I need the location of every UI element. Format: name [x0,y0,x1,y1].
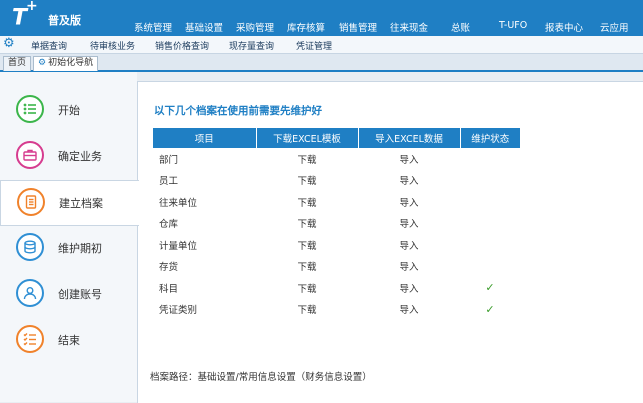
archive-path-note: 档案路径：基础设置/常用信息设置（财务信息设置） [150,372,372,383]
table-header-row: 项目 下载EXCEL模板 导入EXCEL数据 维护状态 [153,128,520,148]
status-cell [460,170,520,192]
quick-stock-query[interactable]: 现存量查询 [229,39,274,52]
status-cell [460,148,520,170]
step-sidebar: 开始 确定业务 建立档案 维护期初 创建账号 结束 [0,72,139,402]
import-link[interactable]: 导入 [358,191,460,213]
item-name: 存货 [159,262,179,274]
database-icon [16,233,44,261]
item-name: 凭证类别 [159,305,198,317]
gear-icon[interactable]: ⚙ [3,37,15,51]
step-opening[interactable]: 维护期初 [0,226,137,270]
nav-tufo[interactable]: T-UFO [499,20,527,31]
item-name: 往来单位 [159,197,198,209]
checklist-icon [16,325,44,353]
import-link[interactable]: 导入 [358,256,460,278]
column-header: 项目 [153,128,257,148]
briefcase-icon [16,141,44,169]
list-icon [16,95,44,123]
download-link[interactable]: 下载 [256,148,358,170]
step-label: 开始 [58,104,80,117]
nav-cash[interactable]: 往来现金 [390,20,428,34]
table-row: 员工 下载 导入 [153,170,520,192]
import-link[interactable]: 导入 [358,148,460,170]
quick-pending-review[interactable]: 待审核业务 [90,39,135,52]
main-nav: 系统管理 基础设置 采购管理 库存核算 销售管理 往来现金 总账 T-UFO 报… [0,20,643,34]
status-cell [460,191,520,213]
gear-icon: ⚙ [38,58,47,68]
top-bar: T+ 普及版 系统管理 基础设置 采购管理 库存核算 销售管理 往来现金 总账 … [0,0,643,36]
panel-heading: 以下几个档案在使用前需要先维护好 [154,105,322,117]
tab-init-guide[interactable]: ⚙ 初始化导航 [33,56,99,71]
import-link[interactable]: 导入 [358,170,460,192]
download-link[interactable]: 下载 [256,234,358,256]
step-start[interactable]: 开始 [0,88,137,132]
download-link[interactable]: 下载 [256,277,358,299]
nav-system[interactable]: 系统管理 [134,20,172,34]
column-header: 导入EXCEL数据 [358,128,461,148]
download-link[interactable]: 下载 [256,213,358,235]
tab-init-guide-label: 初始化导航 [48,58,94,68]
user-icon [16,279,44,307]
status-check: ✓ [485,281,495,295]
quick-price-query[interactable]: 销售价格查询 [155,39,209,52]
item-name: 部门 [159,154,179,166]
download-link[interactable]: 下载 [256,170,358,192]
quick-doc-query[interactable]: 单据查询 [31,39,67,52]
step-finish[interactable]: 结束 [0,318,137,362]
quick-voucher[interactable]: 凭证管理 [296,39,332,52]
table-row: 仓库 下载 导入 [153,213,520,235]
step-label: 创建账号 [58,288,102,301]
nav-purchase[interactable]: 采购管理 [236,20,274,34]
archives-panel: 以下几个档案在使用前需要先维护好 项目 下载EXCEL模板 导入EXCEL数据 … [137,81,643,403]
step-label: 结束 [58,334,80,347]
step-archives[interactable]: 建立档案 [0,180,139,226]
tab-bar: 首页 ⚙ 初始化导航 [0,54,643,72]
import-link[interactable]: 导入 [358,213,460,235]
table-row: 计量单位 下载 导入 [153,234,520,256]
download-link[interactable]: 下载 [256,191,358,213]
item-name: 仓库 [159,219,179,231]
step-label: 确定业务 [58,150,102,163]
archives-table: 项目 下载EXCEL模板 导入EXCEL数据 维护状态 部门 下载 导入 员工 … [153,128,520,320]
item-name: 科目 [159,283,179,295]
quick-bar: ⚙ 单据查询 待审核业务 销售价格查询 现存量查询 凭证管理 [0,36,643,54]
table-row: 凭证类别 下载 导入 ✓ [153,299,520,321]
nav-cloud[interactable]: 云应用 [600,20,629,34]
nav-inventory[interactable]: 库存核算 [287,20,325,34]
download-link[interactable]: 下载 [256,256,358,278]
item-name: 员工 [159,176,179,188]
document-icon [17,188,45,216]
download-link[interactable]: 下载 [256,299,358,321]
table-row: 部门 下载 导入 [153,148,520,170]
table-row: 科目 下载 导入 ✓ [153,277,520,299]
column-header: 下载EXCEL模板 [256,128,359,148]
nav-basic-settings[interactable]: 基础设置 [185,20,223,34]
item-name: 计量单位 [159,240,198,252]
step-label: 维护期初 [58,242,102,255]
nav-ledger[interactable]: 总账 [451,20,470,34]
tab-home[interactable]: 首页 [3,56,32,71]
import-link[interactable]: 导入 [358,299,460,321]
step-business[interactable]: 确定业务 [0,134,137,178]
nav-reports[interactable]: 报表中心 [545,20,583,34]
status-cell [460,213,520,235]
status-cell [460,234,520,256]
import-link[interactable]: 导入 [358,277,460,299]
table-row: 往来单位 下载 导入 [153,191,520,213]
import-link[interactable]: 导入 [358,234,460,256]
step-account[interactable]: 创建账号 [0,272,137,316]
nav-sales[interactable]: 销售管理 [339,20,377,34]
table-row: 存货 下载 导入 [153,256,520,278]
status-check: ✓ [485,302,495,316]
step-label: 建立档案 [59,197,103,210]
status-cell [460,256,520,278]
column-header: 维护状态 [460,128,520,148]
